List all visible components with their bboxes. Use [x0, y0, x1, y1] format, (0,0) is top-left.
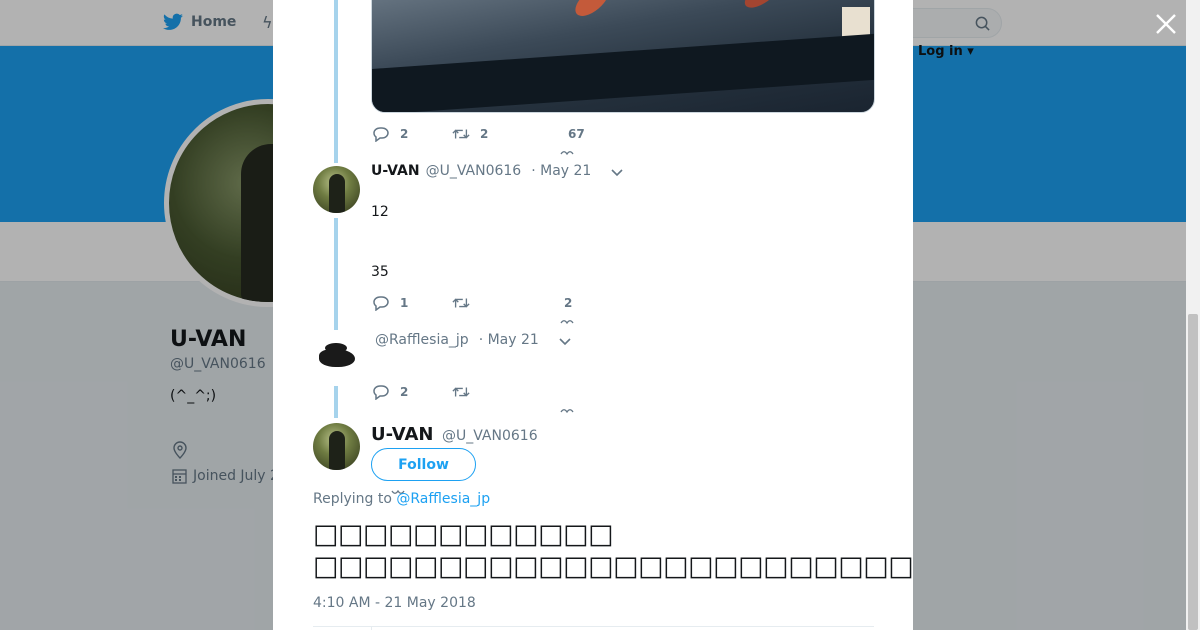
heart-icon[interactable] [560, 150, 574, 156]
reply-count: 1 [400, 296, 409, 310]
chevron-down-icon[interactable] [611, 169, 623, 177]
retweet-button[interactable]: 2 [452, 126, 568, 142]
like-button[interactable]: 67 [568, 127, 585, 141]
tweet-text-line: 12 [371, 204, 389, 220]
replying-prefix: Replying to [313, 491, 392, 507]
like-button[interactable]: 2 [564, 296, 572, 310]
reply-icon [373, 385, 389, 400]
like-count: 2 [564, 296, 573, 310]
reply-count: 2 [400, 127, 409, 141]
close-icon [1156, 14, 1176, 34]
tweet-text-line: 35 [371, 264, 389, 280]
tweet-actions: 2 [372, 384, 480, 400]
reply-button[interactable]: 2 [372, 384, 452, 400]
main-tweet-text: □□□□□□□□□□□□ □□□□□□□□□□□□□□□□□□□□□□□□□□□… [313, 519, 913, 583]
tweet-date[interactable]: · May 21 [531, 163, 591, 179]
tweet-author-name[interactable]: U-VAN [371, 163, 420, 179]
main-tweet-timestamp[interactable]: 4:10 AM - 21 May 2018 [313, 595, 476, 611]
tweet-header: @Rafflesia_jp · May 21 [375, 332, 539, 348]
thread-connector [334, 218, 338, 330]
close-modal-button[interactable] [1153, 11, 1179, 37]
follow-button[interactable]: Follow [371, 448, 476, 481]
tweet-permalink-modal: 2 2 67 U-VAN @U_VAN0616 · May 21 12 35 1… [273, 0, 913, 630]
divider [371, 626, 372, 630]
avatar[interactable] [313, 423, 360, 470]
main-tweet-author-handle[interactable]: @U_VAN0616 [442, 428, 538, 444]
heart-icon[interactable] [560, 408, 574, 414]
heart-icon[interactable] [560, 319, 574, 325]
reply-button[interactable]: 1 [372, 295, 452, 311]
retweet-icon [452, 387, 470, 397]
tweet-actions: 2 2 67 [372, 126, 585, 142]
tweet-actions: 1 2 [372, 295, 572, 311]
avatar[interactable] [313, 335, 360, 382]
main-tweet-author-name[interactable]: U-VAN [371, 424, 433, 445]
tweet-date[interactable]: · May 21 [479, 332, 539, 348]
reply-count: 2 [400, 385, 409, 399]
reply-button[interactable]: 2 [372, 126, 452, 142]
tweet-author-handle[interactable]: @Rafflesia_jp [375, 332, 469, 348]
like-count: 67 [568, 127, 585, 141]
avatar[interactable] [313, 166, 360, 213]
retweet-button[interactable] [452, 384, 480, 400]
tweet-author-handle[interactable]: @U_VAN0616 [426, 163, 522, 179]
replying-to-link[interactable]: @Rafflesia_jp [396, 491, 490, 507]
thread-connector [334, 386, 338, 418]
retweet-icon [452, 298, 470, 308]
chevron-down-icon[interactable] [559, 338, 571, 346]
retweet-count: 2 [480, 127, 489, 141]
replying-to: Replying to @Rafflesia_jp [313, 491, 490, 507]
main-tweet-text-line: □□□□□□□□□□□□□□□□□□□□□□□□□□□□□□□□□□□□□□□ [313, 551, 913, 582]
page-scrollbar[interactable] [1186, 0, 1200, 630]
retweet-icon [452, 129, 470, 139]
thread-connector [334, 0, 338, 163]
main-tweet-text-line: □□□□□□□□□□□□ [313, 519, 614, 550]
scrollbar-thumb[interactable] [1188, 314, 1198, 630]
retweet-button[interactable] [452, 295, 564, 311]
reply-icon [373, 127, 389, 142]
tweet-header: U-VAN @U_VAN0616 · May 21 [371, 163, 591, 179]
divider [313, 626, 874, 627]
reply-icon [373, 296, 389, 311]
tweet-media-image[interactable] [371, 0, 875, 113]
